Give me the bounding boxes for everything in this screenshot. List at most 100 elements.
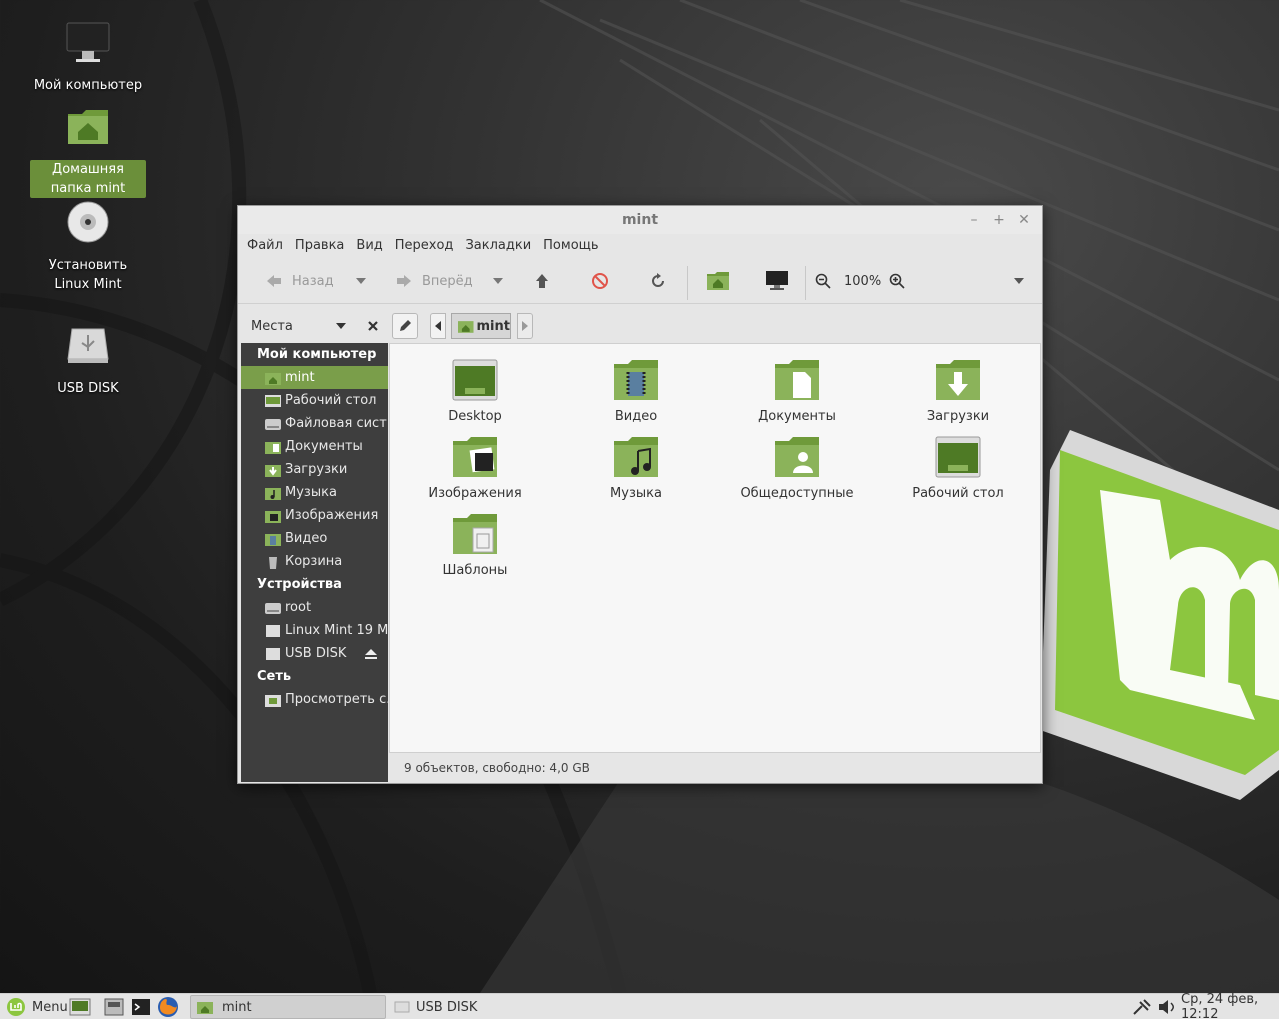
sidebar-item-label: Рабочий стол <box>285 393 377 408</box>
sidebar-item-label: Изображения <box>285 508 379 523</box>
pencil-icon <box>400 320 411 331</box>
close-button[interactable]: ✕ <box>1014 210 1034 230</box>
monitor-icon <box>66 22 110 62</box>
taskbar-window-usb-disk[interactable]: USB DISK <box>392 995 477 1019</box>
sidebar-item-label: mint <box>285 370 315 385</box>
home-folder-icon <box>707 272 729 290</box>
sidebar-places-dropdown[interactable]: Места <box>251 319 335 334</box>
computer-button[interactable] <box>765 266 789 296</box>
desktop-icon-label: Установить Linux Mint <box>48 258 128 292</box>
file-item-videos[interactable]: Видео <box>561 358 711 424</box>
clock[interactable]: Ср, 24 фев, 12:12 <box>1181 992 1279 1019</box>
desktop-icon-my-computer[interactable]: Мой компьютер <box>30 20 146 95</box>
back-history-dropdown[interactable] <box>355 266 367 296</box>
home-folder-icon <box>197 1002 213 1014</box>
sidebar-item-music[interactable]: Музыка <box>241 481 388 504</box>
menu-go[interactable]: Переход <box>389 234 460 258</box>
file-item-desktop-ru[interactable]: Рабочий стол <box>883 435 1033 501</box>
sidebar-item-label: USB DISK <box>285 646 347 661</box>
window-titlebar[interactable]: mint – + ✕ <box>238 206 1042 234</box>
sidebar-item-documents[interactable]: Документы <box>241 435 388 458</box>
sidebar-header: Места <box>241 309 387 343</box>
taskbar: Menu mint USB DISK Ср, 24 фев, 12:12 <box>0 992 1279 1019</box>
path-scroll-right-button[interactable] <box>517 313 533 339</box>
chevron-down-icon[interactable] <box>335 322 347 330</box>
zoom-out-button[interactable] <box>815 266 831 296</box>
desktop-icon-install-mint[interactable]: Установить Linux Mint <box>30 200 146 294</box>
taskbar-window-mint[interactable]: mint <box>190 995 386 1019</box>
sidebar-item-label: Музыка <box>285 485 337 500</box>
sidebar-item-label: Корзина <box>285 554 343 569</box>
zoom-in-icon <box>889 273 905 289</box>
view-options-dropdown[interactable] <box>1013 266 1025 296</box>
sidebar-item-mint[interactable]: mint <box>241 366 388 389</box>
documents-folder-icon <box>265 441 281 454</box>
mint-logo-icon <box>7 998 25 1016</box>
file-item-documents[interactable]: Документы <box>722 358 872 424</box>
file-manager-launcher[interactable] <box>104 995 124 1019</box>
sidebar-item-trash[interactable]: Корзина <box>241 550 388 573</box>
sidebar-item-linux-mint-disk[interactable]: Linux Mint 19 M... <box>241 619 388 642</box>
home-folder-icon <box>458 321 474 333</box>
desktop-icon-home-folder[interactable]: Домашняя папка mint <box>30 104 146 198</box>
pictures-folder-icon <box>265 510 281 523</box>
sidebar-item-usb-disk[interactable]: USB DISK <box>241 642 388 665</box>
sidebar-item-browse-network[interactable]: Просмотреть с... <box>241 688 388 711</box>
maximize-button[interactable]: + <box>989 210 1009 230</box>
file-label: Шаблоны <box>442 563 508 578</box>
mint-logo <box>1040 430 1279 800</box>
chevron-right-icon <box>522 321 528 331</box>
file-item-music[interactable]: Музыка <box>561 435 711 501</box>
home-button[interactable] <box>706 266 730 296</box>
menu-file[interactable]: Файл <box>241 234 289 258</box>
sidebar-item-downloads[interactable]: Загрузки <box>241 458 388 481</box>
close-sidebar-icon[interactable] <box>367 320 379 332</box>
menu-button[interactable]: Menu <box>6 995 68 1019</box>
zoom-in-button[interactable] <box>889 266 905 296</box>
up-button[interactable] <box>535 266 549 296</box>
path-segment-label: mint <box>476 318 510 334</box>
videos-folder-icon <box>265 533 281 546</box>
minimize-button[interactable]: – <box>964 210 984 230</box>
eject-icon[interactable] <box>365 648 377 659</box>
path-scroll-left-button[interactable] <box>430 313 446 339</box>
path-segment-mint[interactable]: mint <box>451 313 511 339</box>
sidebar-item-videos[interactable]: Видео <box>241 527 388 550</box>
zoom-level: 100% <box>844 273 882 289</box>
file-item-downloads[interactable]: Загрузки <box>883 358 1033 424</box>
volume-tray-button[interactable] <box>1157 995 1177 1019</box>
firefox-launcher[interactable] <box>157 995 179 1019</box>
terminal-launcher[interactable] <box>131 995 151 1019</box>
menu-view[interactable]: Вид <box>350 234 388 258</box>
stop-button[interactable] <box>591 266 609 296</box>
forward-history-dropdown[interactable] <box>492 266 504 296</box>
back-button[interactable]: Назад <box>266 266 334 296</box>
toggle-location-entry-button[interactable] <box>392 313 418 339</box>
sidebar-item-root[interactable]: root <box>241 596 388 619</box>
music-folder-icon <box>265 487 281 500</box>
sidebar-item-desktop[interactable]: Рабочий стол <box>241 389 388 412</box>
file-manager-icon <box>104 998 124 1016</box>
desktop-icon-usb-disk[interactable]: USB DISK <box>30 323 146 398</box>
menu-bookmarks[interactable]: Закладки <box>459 234 537 258</box>
places-sidebar: Мой компьютер mint Рабочий стол Файловая… <box>241 343 388 782</box>
network-tray-button[interactable] <box>1132 995 1152 1019</box>
documents-folder-icon <box>775 360 819 400</box>
file-item-public[interactable]: Общедоступные <box>722 435 872 501</box>
desktop-icon-label: Домашняя папка mint <box>30 160 146 198</box>
usb-drive-icon <box>67 328 109 363</box>
file-item-desktop[interactable]: Desktop <box>400 358 550 424</box>
file-item-templates[interactable]: Шаблоны <box>400 512 550 578</box>
show-desktop-launcher[interactable] <box>69 995 91 1019</box>
sidebar-item-pictures[interactable]: Изображения <box>241 504 388 527</box>
menu-edit[interactable]: Правка <box>289 234 350 258</box>
file-label: Загрузки <box>926 409 990 424</box>
toolbar: Назад Вперёд 100% <box>238 258 1042 304</box>
sidebar-item-filesystem[interactable]: Файловая сист... <box>241 412 388 435</box>
file-manager-window: mint – + ✕ Файл Правка Вид Переход Закла… <box>237 205 1043 784</box>
menu-help[interactable]: Помощь <box>537 234 604 258</box>
harddisk-icon <box>265 602 281 614</box>
reload-button[interactable] <box>649 266 667 296</box>
file-item-pictures[interactable]: Изображения <box>400 435 550 501</box>
forward-button[interactable]: Вперёд <box>396 266 473 296</box>
